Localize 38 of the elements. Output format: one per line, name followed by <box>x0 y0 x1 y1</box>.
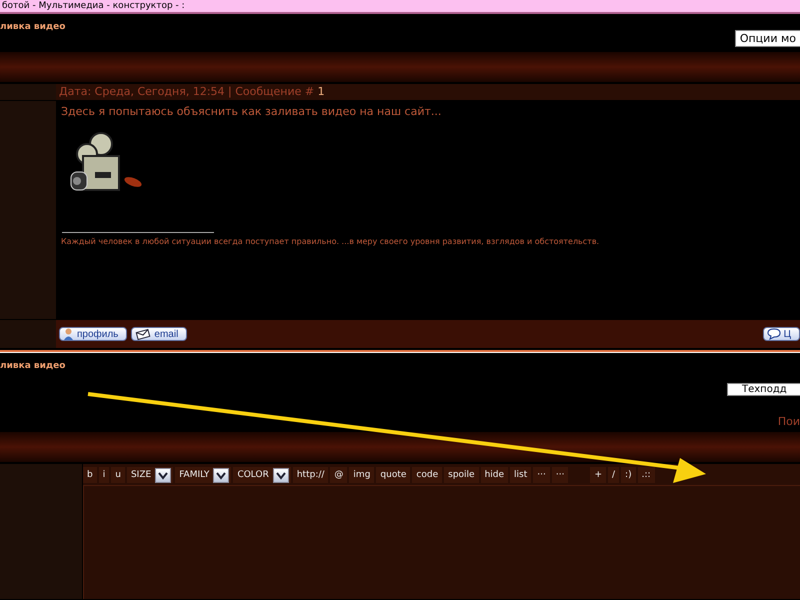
format-select[interactable]: SIZE <box>126 467 174 483</box>
format-button[interactable]: + <box>590 467 606 483</box>
format-button[interactable]: spoile <box>444 467 479 483</box>
speech-bubble-icon <box>766 328 781 340</box>
signature-text: Каждый человек в любой ситуации всегда поступает правильно. ...в меру своего уровня развития, взглядов и обстоятельств. <box>61 237 600 246</box>
forum-title: ливка видео <box>0 22 66 32</box>
dropdown-icon <box>155 468 172 482</box>
format-select[interactable]: COLOR <box>233 467 291 483</box>
profile-button[interactable]: профиль <box>59 327 128 341</box>
format-button[interactable]: code <box>412 467 442 483</box>
format-button[interactable]: @ <box>330 467 348 483</box>
breadcrumb: ботой - Мультимедиа - конструктор - : <box>2 1 185 11</box>
forum-title: ливка видео <box>0 361 66 371</box>
envelope-icon <box>135 328 152 340</box>
dropdown-icon <box>272 468 289 482</box>
format-button[interactable]: :) <box>621 467 636 483</box>
format-button[interactable]: i <box>98 467 110 483</box>
support-button[interactable]: Техподд <box>727 383 800 396</box>
format-button[interactable]: http:// <box>292 467 328 483</box>
format-button[interactable]: hide <box>480 467 508 483</box>
format-button[interactable]: ··· <box>552 467 568 483</box>
format-button[interactable]: img <box>349 467 374 483</box>
options-button[interactable]: Опции мо <box>734 30 800 47</box>
format-button[interactable]: list <box>510 467 532 483</box>
format-button[interactable]: u <box>111 467 125 483</box>
format-button[interactable]: ··· <box>533 467 550 483</box>
person-icon <box>63 328 74 340</box>
format-button[interactable]: b <box>83 467 97 483</box>
format-button[interactable]: / <box>608 467 620 483</box>
format-button[interactable]: .:: <box>638 467 655 483</box>
message-textarea[interactable] <box>83 485 800 599</box>
format-select[interactable]: FAMILY <box>175 467 232 483</box>
email-button[interactable]: email <box>131 327 188 341</box>
format-button[interactable]: quote <box>376 467 410 483</box>
post-date: Дата: Среда, Сегодня, 12:54 | Сообщение # 1 <box>58 84 326 100</box>
dropdown-icon <box>213 468 230 482</box>
post-text: Здесь я попытаюсь объяснить как заливать видео на наш сайт... <box>61 105 442 118</box>
quote-button[interactable]: Ц <box>762 327 800 341</box>
